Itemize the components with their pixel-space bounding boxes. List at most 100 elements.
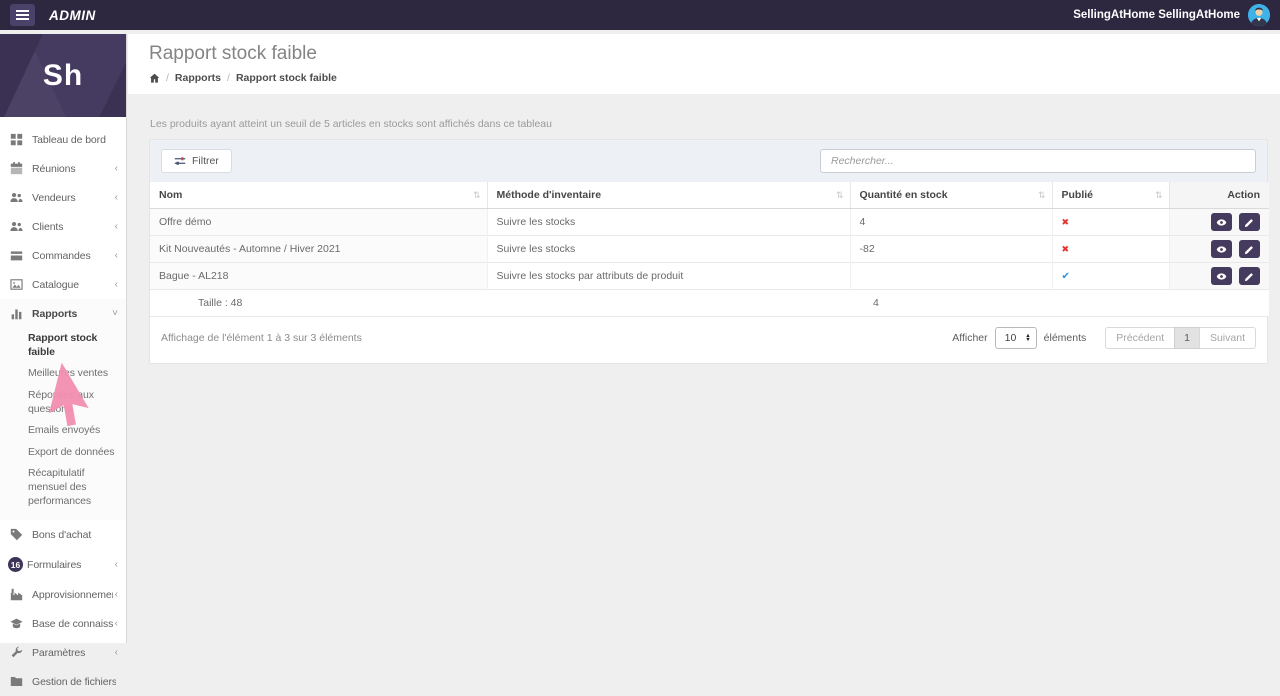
user-name: SellingAtHome SellingAtHome xyxy=(1073,9,1240,21)
eye-icon xyxy=(1216,217,1227,228)
sidebar-item-gestion-de-fichiers[interactable]: Gestion de fichiers xyxy=(0,667,126,696)
column-header-quantite[interactable]: Quantité en stock⇅ xyxy=(850,182,1052,209)
users-icon xyxy=(10,191,23,204)
column-header-nom[interactable]: Nom⇅ xyxy=(150,182,487,209)
folder-icon xyxy=(10,675,23,688)
menu-toggle-button[interactable] xyxy=(10,4,35,26)
column-header-publie[interactable]: Publié⇅ xyxy=(1052,182,1169,209)
submenu-item-emails-envoyes[interactable]: Emails envoyés xyxy=(28,420,122,442)
variant-quantite: 4 xyxy=(850,290,1052,317)
cell-action xyxy=(1169,209,1269,236)
home-icon[interactable] xyxy=(149,73,160,84)
sidebar-item-approvisionnement[interactable]: Approvisionnement ‹ xyxy=(0,580,126,609)
sidebar-item-bons-dachat[interactable]: Bons d'achat xyxy=(0,520,126,549)
column-header-methode[interactable]: Méthode d'inventaire⇅ xyxy=(487,182,850,209)
sidebar-item-formulaires[interactable]: 16 Formulaires ‹ xyxy=(0,549,126,580)
cell-quantite: 4 xyxy=(850,209,1052,236)
submenu-item-meilleures-ventes[interactable]: Meilleures ventes xyxy=(28,363,122,385)
sort-icon: ⇅ xyxy=(836,190,844,201)
topbar: ADMIN SellingAtHome SellingAtHome xyxy=(0,0,1280,30)
rapports-group: Rapports ˅ Rapport stock faible Meilleur… xyxy=(0,299,126,520)
sidebar-item-base-de-connaissances[interactable]: Base de connaissances ‹ xyxy=(0,609,126,638)
filter-button[interactable]: Filtrer xyxy=(161,149,232,173)
users-icon xyxy=(10,220,23,233)
sidebar-item-catalogue[interactable]: Catalogue ‹ xyxy=(0,270,126,299)
app-brand: ADMIN xyxy=(49,8,96,23)
sidebar-item-tableau-de-bord[interactable]: Tableau de bord xyxy=(0,125,126,154)
table-header-row: Nom⇅ Méthode d'inventaire⇅ Quantité en s… xyxy=(150,182,1269,209)
cell-methode: Suivre les stocks xyxy=(487,236,850,263)
pencil-icon xyxy=(1244,244,1255,255)
tag-icon xyxy=(10,528,23,541)
sliders-icon xyxy=(174,155,186,167)
image-icon xyxy=(10,278,23,291)
breadcrumb-current: Rapport stock faible xyxy=(236,72,337,84)
cell-publie: ✖ xyxy=(1052,236,1169,263)
pagination: Précédent 1 Suivant xyxy=(1105,327,1256,349)
sidebar-item-clients[interactable]: Clients ‹ xyxy=(0,212,126,241)
submenu-item-export-de-donnees[interactable]: Export de données xyxy=(28,442,122,464)
cell-publie: ✔ xyxy=(1052,263,1169,290)
cell-quantite xyxy=(850,263,1052,290)
cell-action xyxy=(1169,236,1269,263)
page-title: Rapport stock faible xyxy=(149,43,1259,65)
wrench-icon xyxy=(10,646,23,659)
user-avatar-icon xyxy=(1248,4,1270,26)
info-text: Les produits ayant atteint un seuil de 5… xyxy=(149,94,1268,139)
cell-methode: Suivre les stocks par attributs de produ… xyxy=(487,263,850,290)
sort-icon: ⇅ xyxy=(1155,190,1163,201)
sidebar-item-vendeurs[interactable]: Vendeurs ‹ xyxy=(0,183,126,212)
industry-icon xyxy=(10,588,23,601)
table-row: Offre démo Suivre les stocks 4 ✖ xyxy=(150,209,1269,236)
breadcrumb: / Rapports / Rapport stock faible xyxy=(149,72,1259,84)
breadcrumb-section[interactable]: Rapports xyxy=(175,72,221,84)
published-mark: ✖ xyxy=(1062,217,1070,227)
bar-chart-icon xyxy=(10,307,23,320)
submenu-item-recapitulatif-mensuel[interactable]: Récapitulatif mensuel des performances xyxy=(28,463,122,512)
cell-nom: Offre démo xyxy=(150,209,487,236)
table-footer: Affichage de l'élément 1 à 3 sur 3 éléme… xyxy=(150,316,1267,363)
cell-methode: Suivre les stocks xyxy=(487,209,850,236)
search-input[interactable] xyxy=(820,149,1256,173)
report-card: Filtrer Nom⇅ Méthode d'inventaire⇅ Quant… xyxy=(149,139,1268,364)
eye-icon xyxy=(1216,271,1227,282)
variant-subrow: Taille : 48 4 xyxy=(150,290,1269,317)
cell-nom: Bague - AL218 xyxy=(150,263,487,290)
dashboard-icon xyxy=(10,133,23,146)
table-row: Kit Nouveautés - Automne / Hiver 2021 Su… xyxy=(150,236,1269,263)
next-page-button[interactable]: Suivant xyxy=(1199,327,1256,349)
eye-icon xyxy=(1216,244,1227,255)
view-button[interactable] xyxy=(1211,213,1232,231)
variant-label: Taille : 48 xyxy=(150,290,487,317)
sidebar-nav: Tableau de bord Réunions ‹ Vendeurs ‹ Cl… xyxy=(0,117,126,696)
cell-nom: Kit Nouveautés - Automne / Hiver 2021 xyxy=(150,236,487,263)
length-label-before: Afficher xyxy=(952,332,987,344)
previous-page-button[interactable]: Précédent xyxy=(1105,327,1175,349)
published-mark: ✔ xyxy=(1062,271,1070,282)
published-mark: ✖ xyxy=(1062,244,1070,254)
submenu-item-rapport-stock-faible[interactable]: Rapport stock faible xyxy=(28,328,122,363)
sidebar-item-reunions[interactable]: Réunions ‹ xyxy=(0,154,126,183)
view-button[interactable] xyxy=(1211,240,1232,258)
view-button[interactable] xyxy=(1211,267,1232,285)
submenu-item-reponses-aux-questions[interactable]: Réponses aux questions xyxy=(28,385,122,420)
graduation-cap-icon xyxy=(10,617,23,630)
cell-quantite: -82 xyxy=(850,236,1052,263)
edit-button[interactable] xyxy=(1239,240,1260,258)
low-stock-table: Nom⇅ Méthode d'inventaire⇅ Quantité en s… xyxy=(150,182,1269,316)
page-header: Rapport stock faible / Rapports / Rappor… xyxy=(128,34,1280,94)
sidebar-item-commandes[interactable]: Commandes ‹ xyxy=(0,241,126,270)
sort-icon: ⇅ xyxy=(1038,190,1046,201)
pencil-icon xyxy=(1244,217,1255,228)
page-number-button[interactable]: 1 xyxy=(1174,327,1200,349)
formulaires-count-badge: 16 xyxy=(8,557,23,572)
edit-button[interactable] xyxy=(1239,213,1260,231)
edit-button[interactable] xyxy=(1239,267,1260,285)
sidebar-item-rapports[interactable]: Rapports ˅ xyxy=(0,299,126,328)
sort-icon: ⇅ xyxy=(473,190,481,201)
page-length-select[interactable]: 10 ▲▼ xyxy=(995,327,1037,349)
app-logo: Sh xyxy=(0,34,126,117)
table-row: Bague - AL218 Suivre les stocks par attr… xyxy=(150,263,1269,290)
user-menu[interactable]: SellingAtHome SellingAtHome xyxy=(1073,4,1270,26)
table-toolbar: Filtrer xyxy=(150,140,1267,182)
